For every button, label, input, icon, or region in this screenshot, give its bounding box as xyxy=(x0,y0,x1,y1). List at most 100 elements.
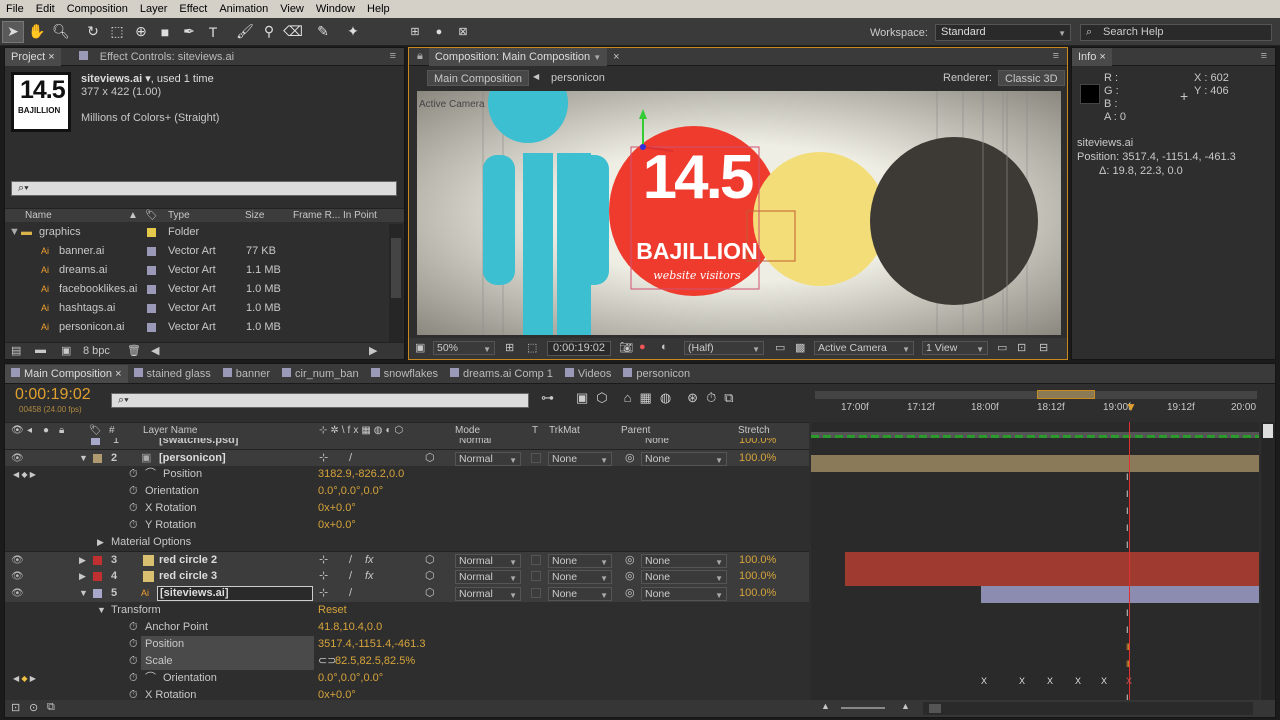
trkmat-select[interactable]: None ▼ xyxy=(548,452,612,466)
keyframe-icon[interactable]: I xyxy=(1126,625,1132,635)
property-row-selected[interactable]: ⏱︎ Position 3517.4,-1151.4,-461.3 xyxy=(5,636,809,653)
work-area-bar[interactable] xyxy=(815,391,1257,399)
stopwatch-icon[interactable]: ⏱︎ xyxy=(129,619,138,636)
tab-composition[interactable]: Composition: Main Composition ▼ xyxy=(428,47,608,66)
timeline-search-input[interactable]: ⌕▾ xyxy=(111,393,529,408)
motion-blur-icon[interactable]: ◍ xyxy=(660,390,671,406)
reset-link[interactable]: Reset xyxy=(318,602,347,619)
property-group-row[interactable]: ▶ Material Options xyxy=(5,534,809,551)
parent-select[interactable]: None ▼ xyxy=(641,587,727,601)
expand-down-icon[interactable]: ▼ xyxy=(97,602,106,619)
keyframe-icon[interactable]: I xyxy=(1126,489,1132,499)
menu-layer[interactable]: Layer xyxy=(134,3,174,15)
selection-tool-icon[interactable]: ➤ xyxy=(2,20,24,43)
tab-project[interactable]: Project × xyxy=(5,47,61,66)
new-folder-icon[interactable]: ▬ xyxy=(35,344,46,356)
keyframe-icon[interactable]: X xyxy=(1126,676,1132,686)
timeline-graph[interactable]: I I I I I I I ‖ ‖ X X X X X X I xyxy=(811,422,1259,700)
layer-bar-siteviews[interactable] xyxy=(981,586,1259,603)
fast-previews-icon[interactable]: ▭ xyxy=(775,341,785,354)
menu-edit[interactable]: Edit xyxy=(30,3,61,15)
transparency-grid-icon[interactable]: ▩ xyxy=(795,341,805,354)
column-in-point[interactable]: In Point xyxy=(343,209,377,223)
zoom-tool-icon[interactable]: 🔍︎ xyxy=(50,21,72,43)
shy-switch-icon[interactable]: ⊹ xyxy=(319,552,328,569)
stopwatch-icon[interactable]: ⏱︎ xyxy=(129,670,138,687)
label-swatch[interactable] xyxy=(93,454,102,463)
renderer-select[interactable]: Classic 3D xyxy=(998,70,1065,86)
property-value[interactable]: 0.0°,0.0°,0.0° xyxy=(318,483,383,500)
menu-file[interactable]: File xyxy=(0,3,30,15)
list-item[interactable]: Ai banner.ai Vector Art 77 KB xyxy=(5,243,388,260)
brainstorm-icon[interactable]: ⊛ xyxy=(687,390,698,406)
shy-switch-icon[interactable]: ⊹ xyxy=(319,568,328,585)
resolution-select[interactable]: (Half) ▼ xyxy=(684,341,764,355)
toggle-pixel-aspect-icon[interactable]: ▭ xyxy=(997,341,1007,354)
parent-select[interactable]: None ▼ xyxy=(641,554,727,568)
lock-icon[interactable]: 🔒︎ xyxy=(417,50,423,63)
3d-layer-icon[interactable]: ⬡ xyxy=(425,568,435,585)
property-value[interactable]: 82.5,82.5,82.5% xyxy=(335,653,415,670)
pan-behind-tool-icon[interactable]: ⊕ xyxy=(130,21,152,43)
keyframe-icon[interactable]: X xyxy=(981,676,987,686)
column-frame-rate[interactable]: Frame R... xyxy=(293,209,340,223)
property-value[interactable]: 0x+0.0° xyxy=(318,687,356,700)
quality-switch-icon[interactable]: / xyxy=(349,450,352,467)
tab-info[interactable]: Info × xyxy=(1072,47,1112,66)
keyframe-icon[interactable]: X xyxy=(1101,676,1107,686)
visibility-eye-icon[interactable]: 👁︎ xyxy=(11,450,24,467)
workspace-select[interactable]: Standard ▼ xyxy=(935,24,1071,41)
column-trkmat[interactable]: TrkMat xyxy=(549,423,580,438)
draft-3d-icon[interactable]: ⬡ xyxy=(596,390,607,406)
layer-stretch[interactable]: 100.0% xyxy=(739,552,776,569)
3d-layer-icon[interactable]: ⬡ xyxy=(425,450,435,467)
3d-layer-icon[interactable]: ⬡ xyxy=(425,585,435,602)
timeline-scrollbar[interactable] xyxy=(1261,422,1275,700)
project-search-input[interactable]: ⌕▾ xyxy=(11,181,397,196)
comp-mini-flowchart-icon[interactable]: ⊶ xyxy=(541,390,554,406)
label-swatch[interactable] xyxy=(93,556,102,565)
menu-composition[interactable]: Composition xyxy=(61,3,134,15)
property-value[interactable]: 3182.9,-826.2,0.0 xyxy=(318,466,404,483)
expand-right-icon[interactable]: ▶ xyxy=(79,568,86,585)
tab-cir-num-ban[interactable]: cir_num_ban xyxy=(276,365,365,383)
scroll-right-icon[interactable]: ▶ xyxy=(369,344,377,357)
mode-select[interactable]: Normal ▼ xyxy=(455,554,521,568)
timeline-timecode[interactable]: 0:00:19:02 xyxy=(15,386,91,404)
3d-layer-icon[interactable]: ⬡ xyxy=(425,552,435,569)
parent-select[interactable]: None ▼ xyxy=(641,452,727,466)
quality-switch-icon[interactable]: / xyxy=(349,568,352,585)
column-type[interactable]: Type xyxy=(168,209,190,223)
layer-row-red-circle-3[interactable]: 👁︎ ▶ 4 red circle 3 ⊹ / fx ⬡ Normal ▼ Non… xyxy=(5,568,809,585)
keyframe-icon[interactable]: I xyxy=(1126,506,1132,516)
keyframe-selected-icon[interactable]: ‖ xyxy=(1126,642,1132,652)
keyframe-icon[interactable]: I xyxy=(1126,472,1132,482)
zoom-in-icon[interactable]: ▲ xyxy=(901,701,910,711)
roto-brush-tool-icon[interactable]: ✎ xyxy=(312,21,334,43)
layer-stretch[interactable]: 100.0% xyxy=(739,585,776,602)
panel-menu-icon[interactable]: ≡ xyxy=(390,50,396,62)
comp-timecode[interactable]: 0:00:19:02 xyxy=(547,341,611,356)
expand-right-icon[interactable]: ▶ xyxy=(97,534,104,551)
flowchart-icon[interactable]: ⊟ xyxy=(1039,341,1048,354)
time-ruler[interactable]: 17:00f 17:12f 18:00f 18:12f 19:00f 19:12… xyxy=(811,386,1259,422)
list-item[interactable]: Ai dreams.ai Vector Art 1.1 MB xyxy=(5,262,388,279)
toggle-in-out-icon[interactable]: ⧉ xyxy=(47,701,55,714)
property-row[interactable]: ⏱︎ X Rotation 0x+0.0° xyxy=(5,687,809,700)
menu-animation[interactable]: Animation xyxy=(213,3,274,15)
shy-switch-icon[interactable]: ⊹ xyxy=(319,585,328,602)
new-composition-icon[interactable]: ▣ xyxy=(61,344,71,357)
breadcrumb-main-composition[interactable]: Main Composition xyxy=(427,70,530,86)
trkmat-select[interactable]: None ▼ xyxy=(548,554,612,568)
fx-switch-icon[interactable]: fx xyxy=(365,568,374,585)
pick-whip-icon[interactable]: ◎ xyxy=(625,585,635,602)
camera-tool-icon[interactable]: ⬚ xyxy=(106,21,128,43)
project-scrollbar[interactable] xyxy=(389,224,403,342)
layer-bar-red-circle-2[interactable] xyxy=(845,552,1259,569)
preserve-transparency-checkbox[interactable] xyxy=(531,571,541,581)
view-layout-select[interactable]: 1 View ▼ xyxy=(922,341,988,355)
layer-stretch[interactable]: 100.0% xyxy=(739,568,776,585)
tab-dreams-comp[interactable]: dreams.ai Comp 1 xyxy=(444,365,559,383)
frame-blending-icon[interactable]: ▦ xyxy=(640,390,652,406)
interpret-footage-icon[interactable]: ▤ xyxy=(11,344,21,357)
